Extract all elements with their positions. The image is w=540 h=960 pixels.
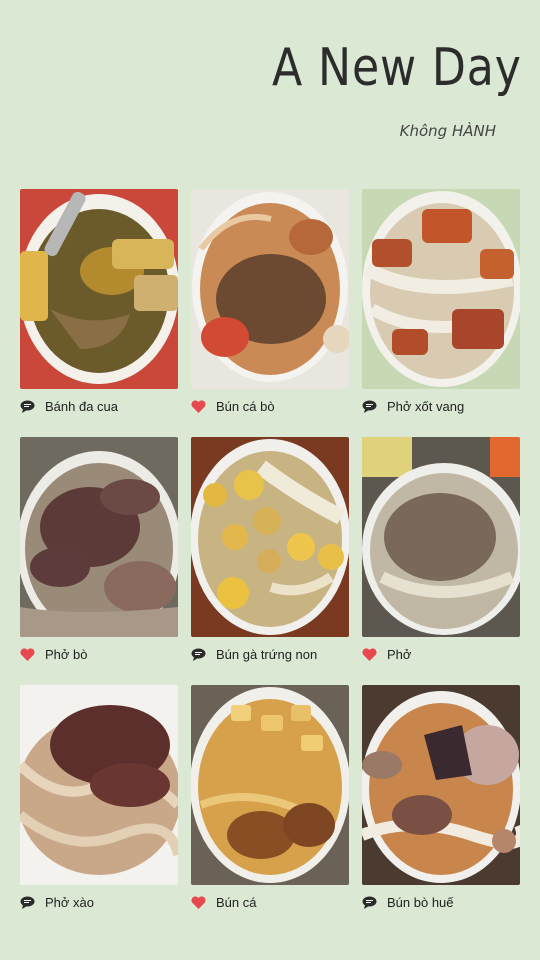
food-card-pho-bo[interactable]: Phở bò: [20, 437, 178, 671]
food-photo[interactable]: [191, 189, 349, 389]
food-card-bun-bo-hue[interactable]: Bún bò huế: [362, 685, 520, 919]
food-label: Bún cá: [216, 895, 257, 910]
heart-icon[interactable]: [362, 648, 377, 661]
food-label: Phở: [387, 647, 412, 662]
food-label: Phở xốt vang: [387, 399, 465, 414]
heart-icon[interactable]: [191, 400, 206, 413]
food-photo[interactable]: [20, 437, 178, 637]
food-card-banh-da-cua[interactable]: Bánh đa cua: [20, 189, 178, 423]
food-label: Bún cá bò: [216, 399, 275, 414]
food-photo[interactable]: [191, 685, 349, 885]
comment-icon[interactable]: [362, 896, 377, 909]
food-card-pho-xao[interactable]: Phở xào: [20, 685, 178, 919]
food-card-bun-ca[interactable]: Bún cá: [191, 685, 349, 919]
comment-icon[interactable]: [20, 400, 35, 413]
heart-icon[interactable]: [191, 896, 206, 909]
food-photo[interactable]: [362, 437, 520, 637]
food-label: Phở xào: [45, 895, 94, 910]
food-photo[interactable]: [191, 437, 349, 637]
food-label: Bánh đa cua: [45, 399, 119, 414]
comment-icon[interactable]: [20, 896, 35, 909]
comment-icon[interactable]: [191, 648, 206, 661]
food-grid: Bánh đa cua Bún cá bò Phở xốt vang Phở b…: [20, 189, 520, 919]
food-label: Bún gà trứng non: [216, 647, 318, 662]
heart-icon[interactable]: [20, 648, 35, 661]
food-card-bun-ca-bo[interactable]: Bún cá bò: [191, 189, 349, 423]
food-card-pho-xot-vang[interactable]: Phở xốt vang: [362, 189, 520, 423]
food-label: Phở bò: [45, 647, 88, 662]
food-photo[interactable]: [362, 189, 520, 389]
page-title: A New Day: [272, 38, 522, 98]
comment-icon[interactable]: [362, 400, 377, 413]
food-card-pho[interactable]: Phở: [362, 437, 520, 671]
food-photo[interactable]: [362, 685, 520, 885]
food-card-bun-ga-trung-non[interactable]: Bún gà trứng non: [191, 437, 349, 671]
food-label: Bún bò huế: [387, 895, 454, 910]
page-subtitle: Không HÀNH: [399, 122, 496, 140]
food-photo[interactable]: [20, 685, 178, 885]
food-photo[interactable]: [20, 189, 178, 389]
